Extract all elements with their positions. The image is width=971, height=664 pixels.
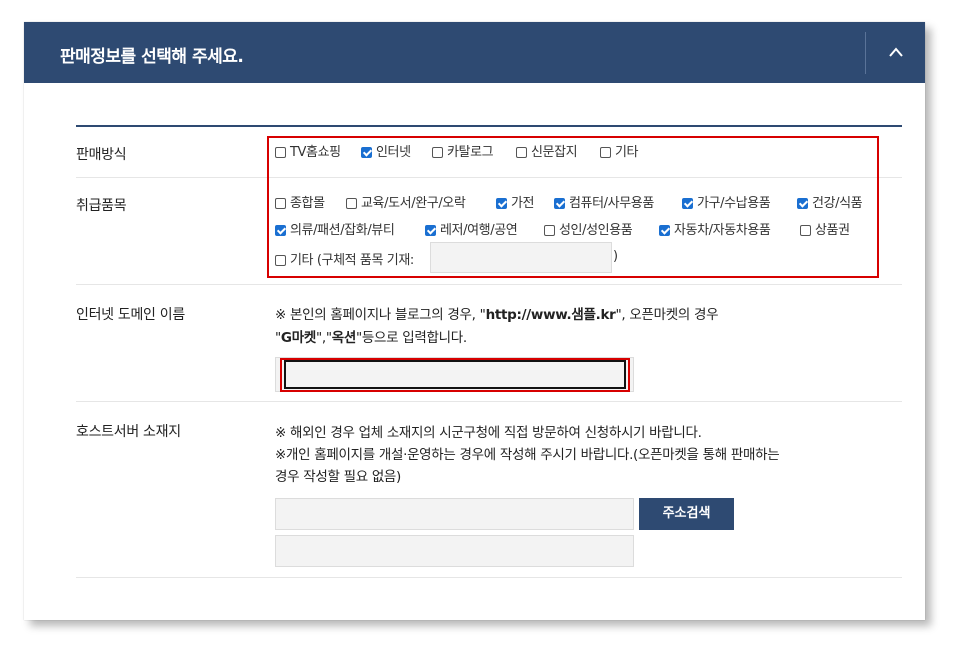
products-label: 취급품목 <box>76 198 127 214</box>
address-search-button[interactable]: 주소검색 <box>639 498 734 530</box>
domain-label: 인터넷 도메인 이름 <box>76 307 185 323</box>
highlight-box-domain <box>280 358 630 392</box>
sales-info-panel: 판매정보를 선택해 주세요. 판매방식 TV홈쇼핑 인터넷 카탈로그 신문잡지 … <box>24 22 925 620</box>
note-bold: G마켓 <box>280 330 316 346</box>
note-text: "," <box>315 330 332 346</box>
row-separator <box>76 401 902 402</box>
table-top-line <box>76 125 902 127</box>
highlight-box-checkboxes <box>267 136 879 278</box>
address-input-2[interactable] <box>275 535 634 567</box>
note-text: ", 오픈마켓의 경우 <box>615 307 719 323</box>
collapse-button[interactable] <box>866 22 925 83</box>
panel-header: 판매정보를 선택해 주세요. <box>24 22 925 83</box>
domain-note-line1: ※ 본인의 홈페이지나 블로그의 경우, "http://www.샘플.kr",… <box>275 305 719 326</box>
panel-title: 판매정보를 선택해 주세요. <box>60 47 244 67</box>
host-note-1: ※ 해외인 경우 업체 소재지의 시군구청에 직접 방문하여 신청하시기 바랍니… <box>275 425 702 441</box>
note-text: ※ 본인의 홈페이지나 블로그의 경우, " <box>275 307 486 323</box>
row-separator <box>76 284 902 285</box>
chevron-up-icon <box>889 47 903 57</box>
host-note-2: ※개인 홈페이지를 개설·운영하는 경우에 작성해 주시기 바랍니다.(오픈마켓… <box>275 447 780 463</box>
host-note-3: 경우 작성할 필요 없음) <box>275 469 402 485</box>
note-bold: 옥션 <box>331 330 357 346</box>
sales-method-label: 판매방식 <box>76 147 127 163</box>
domain-note-line2: "G마켓","옥션"등으로 입력합니다. <box>275 328 467 349</box>
row-separator <box>76 577 902 578</box>
address-input-1[interactable] <box>275 498 634 530</box>
note-bold: http://www.샘플.kr <box>485 307 616 323</box>
note-text: "등으로 입력합니다. <box>356 330 467 346</box>
host-label: 호스트서버 소재지 <box>76 424 181 440</box>
